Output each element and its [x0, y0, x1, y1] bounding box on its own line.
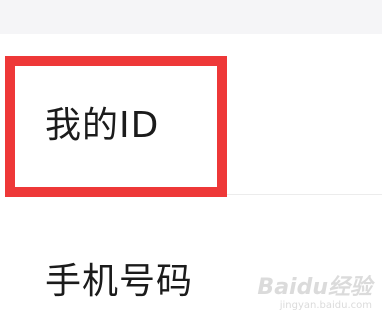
- settings-row-label-my-id: 我的ID: [45, 105, 160, 146]
- watermark-url: jingyan.baidu.com: [279, 300, 372, 311]
- section-header-band: [0, 0, 382, 34]
- settings-page: 我的ID 手机号码 Baidu经验 jingyan.baidu.com: [0, 0, 382, 318]
- settings-row-label-phone-number: 手机号码: [45, 261, 194, 302]
- baidu-jingyan-watermark: Baidu经验 jingyan.baidu.com: [257, 276, 372, 312]
- watermark-logo: Baidu经验: [257, 275, 372, 300]
